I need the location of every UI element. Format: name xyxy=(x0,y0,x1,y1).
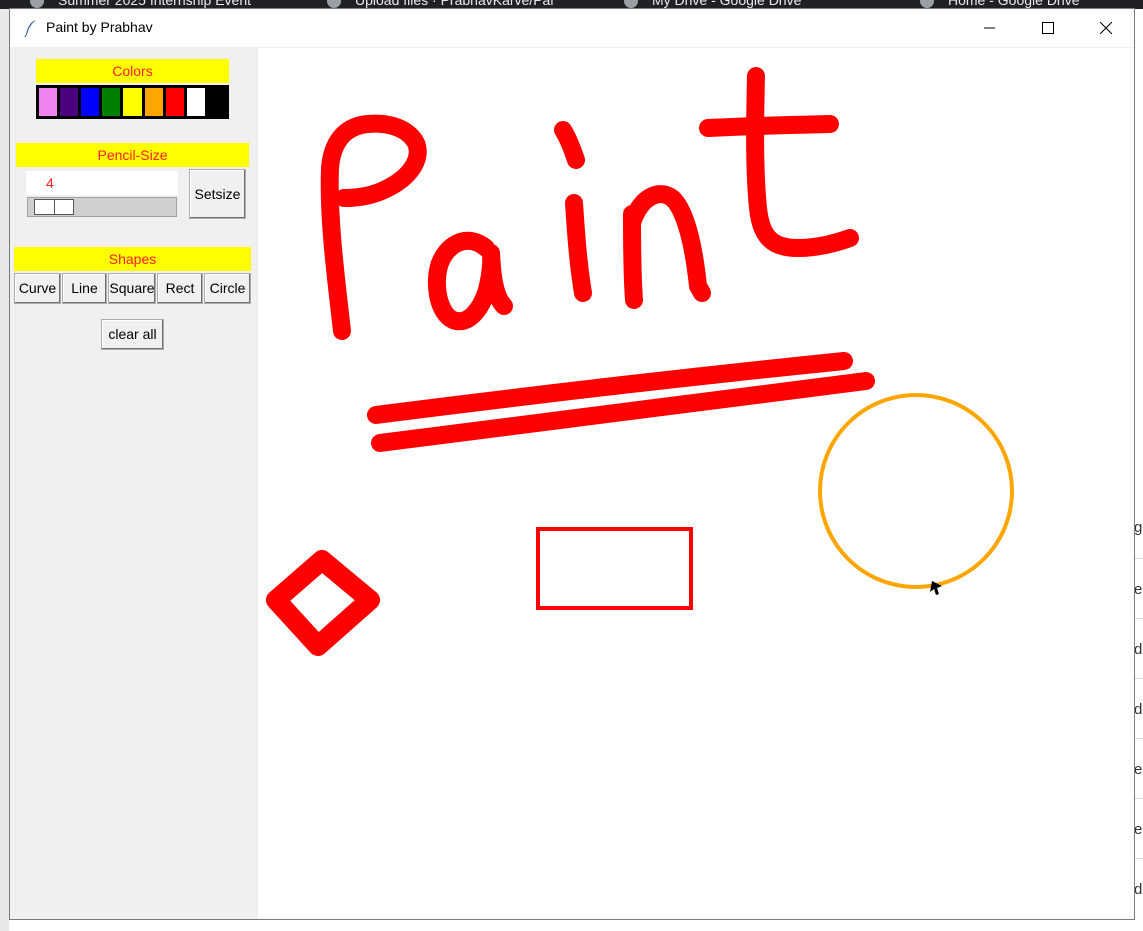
background-divider xyxy=(1135,858,1143,859)
background-text: e xyxy=(1135,821,1143,838)
square-button[interactable]: Square xyxy=(108,273,156,304)
pencil-size-value: 4 xyxy=(26,171,178,195)
circle-shape xyxy=(818,393,1014,589)
minimize-icon xyxy=(984,27,995,29)
drawing-canvas[interactable] xyxy=(258,48,1134,919)
color-swatch-indigo[interactable] xyxy=(59,87,80,117)
background-text: e xyxy=(1135,761,1143,778)
color-swatch-white[interactable] xyxy=(185,87,206,117)
color-palette xyxy=(36,85,229,119)
color-swatch-violet[interactable] xyxy=(38,87,59,117)
stroke-letter-t-stem xyxy=(746,67,859,257)
paint-window: Paint by Prabhav Colors Pencil-Size 4 Se… xyxy=(9,8,1135,920)
clear-all-button[interactable]: clear all xyxy=(101,319,164,350)
setsize-button[interactable]: Setsize xyxy=(189,169,246,219)
background-text: d xyxy=(1135,881,1143,898)
line-button[interactable]: Line xyxy=(62,273,107,304)
color-swatch-black[interactable] xyxy=(206,87,227,117)
shapes-label: Shapes xyxy=(14,247,251,271)
circle-button[interactable]: Circle xyxy=(204,273,251,304)
background-divider xyxy=(1135,678,1143,679)
close-button[interactable] xyxy=(1078,9,1134,47)
colors-label: Colors xyxy=(36,59,229,83)
close-icon xyxy=(1100,22,1112,34)
background-divider xyxy=(1135,618,1143,619)
tab-label: My Drive - Google Drive xyxy=(652,0,802,8)
background-text: g xyxy=(1135,519,1143,536)
color-swatch-orange[interactable] xyxy=(143,87,164,117)
color-swatch-blue[interactable] xyxy=(80,87,101,117)
color-swatch-green[interactable] xyxy=(101,87,122,117)
stroke-letter-i xyxy=(565,194,592,302)
maximize-button[interactable] xyxy=(1020,9,1076,47)
minimize-button[interactable] xyxy=(962,9,1018,47)
curve-button[interactable]: Curve xyxy=(14,273,61,304)
rectangle-shape xyxy=(536,527,693,610)
maximize-icon xyxy=(1042,22,1054,34)
pencil-size-label: Pencil-Size xyxy=(16,143,249,167)
stroke-diamond xyxy=(266,550,380,656)
stroke-letter-n xyxy=(623,185,711,309)
rect-button[interactable]: Rect xyxy=(157,273,203,304)
color-swatch-yellow[interactable] xyxy=(122,87,143,117)
tab-label: Home - Google Drive xyxy=(948,0,1080,8)
window-title: Paint by Prabhav xyxy=(46,19,153,35)
stroke-letter-t-cross xyxy=(699,115,839,137)
stroke-letter-p xyxy=(320,114,427,340)
color-swatch-red[interactable] xyxy=(164,87,185,117)
tab-label: Summer 2025 Internship Event xyxy=(58,0,251,8)
background-page-left xyxy=(0,9,9,931)
tool-sidebar: Colors Pencil-Size 4 Setsize Shapes Curv… xyxy=(10,47,258,919)
feather-icon xyxy=(24,20,36,37)
background-text: d xyxy=(1135,641,1143,658)
pencil-size-slider[interactable] xyxy=(27,197,177,217)
background-divider xyxy=(1135,738,1143,739)
canvas-drawing xyxy=(266,67,1014,656)
tab-label: Upload files · PrabhavKarve/Pai xyxy=(355,0,554,8)
background-page-right: g e d d e e d xyxy=(1135,9,1143,931)
background-text: d xyxy=(1135,701,1143,718)
title-bar[interactable]: Paint by Prabhav xyxy=(10,9,1134,47)
stroke-i-dot xyxy=(554,121,585,169)
pencil-size-control: 4 xyxy=(26,171,178,217)
stroke-letter-a xyxy=(427,231,513,331)
slider-thumb[interactable] xyxy=(34,199,75,215)
background-divider xyxy=(1135,798,1143,799)
background-divider xyxy=(1135,558,1143,559)
background-text: e xyxy=(1135,581,1143,598)
